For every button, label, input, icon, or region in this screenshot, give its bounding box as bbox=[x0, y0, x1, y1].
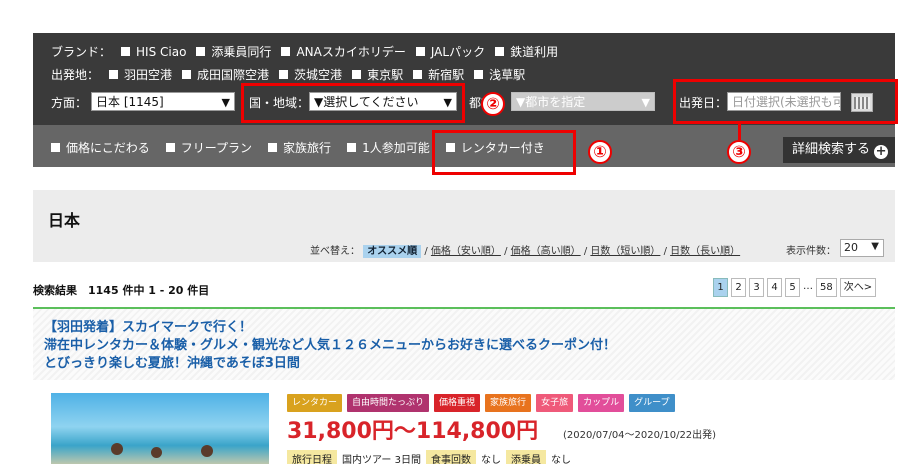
chevron-down-icon: ▼ bbox=[221, 96, 230, 109]
tour-title-line[interactable]: 滞在中レンタカー＆体験・グルメ・観光など人気１２６メニューからお好きに選べるクー… bbox=[44, 334, 616, 353]
brand-option: JALパック bbox=[430, 45, 486, 59]
tour-title-line[interactable]: とびっきり楽しむ夏旅！沖縄であそぼ3日間 bbox=[44, 352, 300, 371]
tour-tags: レンタカー 自由時間たっぷり 価格重視 家族旅行 女子旅 カップル グループ bbox=[287, 394, 675, 412]
page-link[interactable]: 5 bbox=[785, 278, 800, 297]
tour-specs: 旅行日程 国内ツアー 3日間 食事回数 なし 添乗員 なし bbox=[287, 450, 571, 464]
detail-search-label: 詳細検索する bbox=[792, 142, 871, 157]
chevron-down-icon: ▼ bbox=[641, 96, 650, 109]
result-summary: 検索結果 1145 件中 1 - 20 件目 bbox=[33, 284, 210, 297]
departure-option: 新宿駅 bbox=[428, 68, 465, 82]
departure-option: 成田国際空港 bbox=[197, 68, 270, 82]
annotation-box-3 bbox=[673, 79, 898, 124]
tour-tag: 価格重視 bbox=[434, 394, 481, 412]
option-checkbox[interactable] bbox=[347, 143, 357, 152]
departure-option: 羽田空港 bbox=[124, 68, 173, 82]
page-link[interactable]: 1 bbox=[713, 278, 728, 297]
tour-tag: レンタカー bbox=[287, 394, 343, 412]
tour-tag: グループ bbox=[629, 394, 675, 412]
spec-key: 食事回数 bbox=[425, 450, 476, 464]
page-link[interactable]: 2 bbox=[731, 278, 746, 297]
pagination: 1 2 3 4 5 … 58 次へ> bbox=[713, 278, 877, 297]
option-label: 家族旅行 bbox=[283, 141, 332, 155]
option-label: 1人参加可能 bbox=[362, 141, 430, 155]
photo-person bbox=[151, 447, 162, 458]
sort-label: 並べ替え： bbox=[310, 246, 360, 257]
spec-key: 添乗員 bbox=[505, 450, 546, 464]
annotation-connector-3 bbox=[738, 124, 741, 140]
spec-value: なし bbox=[550, 455, 571, 464]
page-link[interactable]: 3 bbox=[749, 278, 764, 297]
departure-row: 出発地： 羽田空港 成田国際空港 茨城空港 東京駅 新宿駅 浅草駅 bbox=[51, 66, 525, 83]
page-link[interactable]: 58 bbox=[816, 278, 837, 297]
tour-title-line[interactable]: 【羽田発着】スカイマークで行く！ bbox=[44, 316, 252, 335]
city-value: ▼都市を指定 bbox=[516, 95, 586, 109]
brand-checkbox[interactable] bbox=[495, 47, 505, 56]
photo-person bbox=[201, 445, 213, 457]
departure-checkbox[interactable] bbox=[182, 70, 192, 79]
photo-person bbox=[111, 443, 123, 455]
option-label: フリープラン bbox=[180, 141, 253, 155]
brand-option: 鉄道利用 bbox=[510, 45, 559, 59]
departure-checkbox[interactable] bbox=[413, 70, 423, 79]
direction-label: 方面： bbox=[51, 96, 88, 110]
sort-bar: 並べ替え： オススメ順 / 価格（安い順） / 価格（高い順） / 日数（短い順… bbox=[310, 245, 741, 258]
region-title: 日本 bbox=[48, 211, 81, 230]
option-checkbox[interactable] bbox=[51, 143, 60, 152]
annotation-box-2 bbox=[241, 83, 465, 123]
sort-days-desc[interactable]: 日数（長い順） bbox=[670, 246, 740, 257]
spec-value: なし bbox=[480, 455, 501, 464]
count-value: 20 bbox=[844, 241, 858, 254]
tour-tag: 自由時間たっぷり bbox=[347, 394, 430, 412]
departure-label: 出発地： bbox=[51, 68, 100, 82]
annotation-box-1 bbox=[432, 130, 576, 175]
brand-checkbox[interactable] bbox=[415, 47, 425, 56]
tour-tag: カップル bbox=[578, 394, 625, 412]
annotation-marker-1: ① bbox=[588, 140, 612, 164]
city-select[interactable]: ▼都市を指定 ▼ bbox=[511, 92, 655, 111]
option-checkbox[interactable] bbox=[165, 143, 175, 152]
departure-checkbox[interactable] bbox=[109, 70, 119, 79]
tour-photo[interactable] bbox=[51, 393, 269, 464]
count-select[interactable]: 20 ▼ bbox=[840, 239, 884, 257]
brand-option: ANAスカイホリデー bbox=[296, 45, 406, 59]
spec-value: 国内ツアー 3日間 bbox=[342, 455, 421, 464]
brand-checkbox[interactable] bbox=[281, 47, 291, 56]
tour-tag: 家族旅行 bbox=[485, 394, 532, 412]
page-link[interactable]: 4 bbox=[767, 278, 782, 297]
brand-option: 添乗員同行 bbox=[211, 45, 272, 59]
brand-row: ブランド： HIS Ciao 添乗員同行 ANAスカイホリデー JALパック 鉄… bbox=[51, 43, 558, 60]
direction-value: 日本 [1145] bbox=[96, 95, 164, 109]
detail-search-button[interactable]: 詳細検索する + bbox=[783, 137, 895, 163]
brand-checkbox[interactable] bbox=[196, 47, 206, 56]
departure-checkbox[interactable] bbox=[352, 70, 362, 79]
sort-price-asc[interactable]: 価格（安い順） bbox=[431, 246, 501, 257]
next-page-link[interactable]: 次へ> bbox=[839, 278, 877, 297]
annotation-marker-3: ③ bbox=[727, 140, 751, 164]
sort-recommended[interactable]: オススメ順 bbox=[363, 245, 422, 258]
tour-tag: 女子旅 bbox=[536, 394, 574, 412]
count-label: 表示件数： bbox=[786, 246, 836, 257]
plus-circle-icon: + bbox=[874, 144, 889, 159]
spec-key: 旅行日程 bbox=[287, 450, 337, 464]
departure-option: 東京駅 bbox=[367, 68, 404, 82]
brand-option: HIS Ciao bbox=[136, 44, 187, 59]
tour-price: 31,800円〜114,800円 bbox=[287, 419, 539, 444]
option-checkbox[interactable] bbox=[268, 143, 278, 152]
sort-days-asc[interactable]: 日数（短い順） bbox=[590, 246, 660, 257]
departure-option: 茨城空港 bbox=[294, 68, 343, 82]
brand-label: ブランド： bbox=[51, 45, 112, 59]
direction-select[interactable]: 日本 [1145] ▼ bbox=[91, 92, 235, 111]
tour-date-range: (2020/07/04〜2020/10/22出発) bbox=[563, 430, 717, 441]
departure-option: 浅草駅 bbox=[489, 68, 526, 82]
departure-checkbox[interactable] bbox=[474, 70, 484, 79]
chevron-down-icon: ▼ bbox=[871, 241, 879, 252]
brand-checkbox[interactable] bbox=[121, 47, 131, 56]
departure-checkbox[interactable] bbox=[279, 70, 289, 79]
page-ellipsis: … bbox=[803, 281, 813, 292]
option-label: 価格にこだわる bbox=[66, 141, 150, 155]
sort-price-desc[interactable]: 価格（高い順） bbox=[511, 246, 581, 257]
annotation-marker-2: ② bbox=[481, 92, 505, 116]
